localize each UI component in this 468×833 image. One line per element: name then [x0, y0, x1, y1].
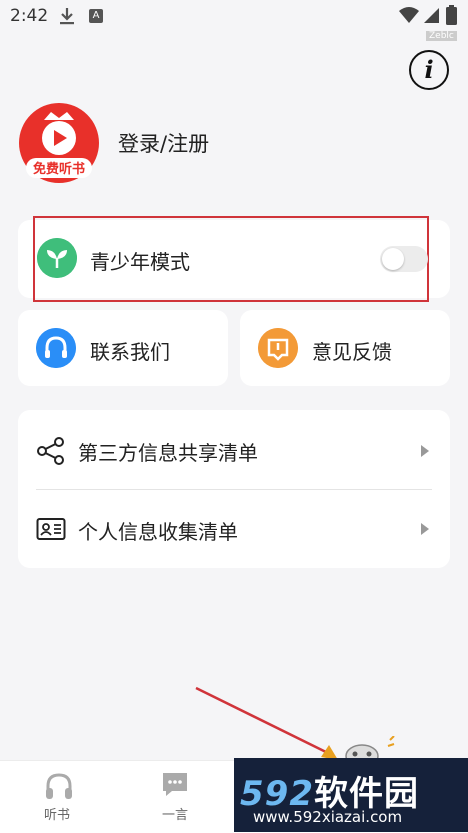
avatar-text: 免费听书	[33, 161, 85, 177]
toggle-knob	[382, 248, 404, 270]
wifi-icon	[399, 7, 419, 23]
info-icon: i	[424, 55, 434, 84]
chat-bubble-icon[interactable]	[161, 770, 189, 798]
nav-listen-label[interactable]: 听书	[44, 804, 70, 823]
personal-info-list-item[interactable]: 个人信息收集清单	[78, 516, 238, 545]
share-icon	[37, 437, 64, 465]
feedback-label: 意见反馈	[312, 340, 392, 364]
feedback-icon	[258, 328, 298, 368]
headphones-icon[interactable]	[43, 772, 75, 800]
headset-icon	[36, 328, 76, 368]
info-button[interactable]: i	[409, 50, 449, 90]
download-icon	[60, 8, 74, 25]
id-card-icon	[36, 518, 66, 540]
chevron-right-icon[interactable]	[420, 522, 430, 536]
status-time: 2:42	[10, 6, 49, 26]
contact-us-label: 联系我们	[90, 340, 170, 364]
teen-mode-label: 青少年模式	[90, 250, 190, 274]
a-notification-icon: A	[89, 9, 103, 23]
login-register-link[interactable]: 登录/注册	[118, 128, 209, 158]
sprout-icon	[37, 238, 77, 278]
avatar[interactable]: 免费听书	[18, 102, 100, 184]
corner-watermark: Zeblc	[426, 31, 457, 41]
chevron-right-icon[interactable]	[420, 444, 430, 458]
signal-icon	[424, 8, 439, 23]
watermark-url: www.592xiazai.com	[253, 808, 403, 826]
battery-icon	[446, 5, 457, 25]
nav-quote-label[interactable]: 一言	[162, 804, 188, 823]
third-party-share-list-item[interactable]: 第三方信息共享清单	[78, 437, 258, 466]
divider	[36, 489, 432, 490]
